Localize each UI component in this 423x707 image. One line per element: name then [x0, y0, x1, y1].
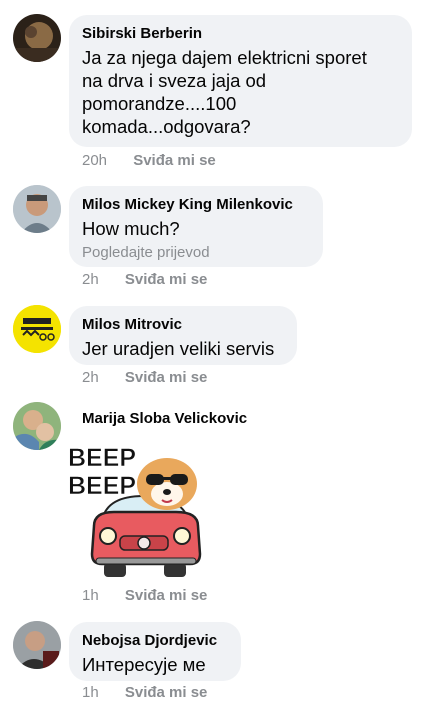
horse-carriage-logo-icon [13, 305, 61, 353]
like-button[interactable]: Sviđa mi se [133, 152, 216, 170]
comment-text: Ja za njega dajem elektricni sporet na d… [82, 46, 399, 138]
comment-author[interactable]: Milos Mitrovic [82, 315, 284, 334]
like-button[interactable]: Sviđa mi se [125, 369, 208, 387]
profile-photo-icon [13, 621, 61, 669]
comment-time[interactable]: 1h [82, 684, 99, 702]
comment-text-line: komada...odgovara? [82, 116, 251, 137]
profile-photo-icon [13, 402, 61, 450]
comment-bubble[interactable]: Sibirski Berberin Ja za njega dajem elek… [69, 15, 412, 147]
comment-text: Интересује ме [82, 654, 206, 675]
comment-time[interactable]: 2h [82, 271, 99, 289]
see-translation-link[interactable]: Pogledajte prijevod [82, 243, 310, 262]
comment-author[interactable]: Marija Sloba Velickovic [82, 410, 247, 427]
avatar[interactable] [13, 402, 61, 450]
comment-time[interactable]: 1h [82, 587, 99, 605]
avatar[interactable] [13, 14, 61, 62]
sticker[interactable]: BEEP BEEP [64, 436, 224, 586]
comment-author[interactable]: Milos Mickey King Milenkovic [82, 195, 310, 214]
comment-meta: 1h Sviđa mi se [82, 684, 207, 702]
comment-meta: 2h Sviđa mi se [82, 271, 207, 289]
sticker-text: BEEP [68, 444, 136, 472]
profile-photo-icon [13, 14, 61, 62]
comment-text-line: Ja za njega dajem elektricni sporet [82, 47, 367, 68]
comment-bubble[interactable]: Milos Mickey King Milenkovic How much? P… [69, 186, 323, 267]
comment-author[interactable]: Sibirski Berberin [82, 24, 399, 43]
comment-text: Jer uradjen veliki servis [82, 338, 275, 359]
comment-meta: 2h Sviđa mi se [82, 369, 207, 387]
like-button[interactable]: Sviđa mi se [125, 587, 208, 605]
comment-bubble[interactable]: Milos Mitrovic Jer uradjen veliki servis [69, 306, 297, 365]
comment-text-line: na drva i sveza jaja od [82, 70, 267, 91]
like-button[interactable]: Sviđa mi se [125, 271, 208, 289]
profile-photo-icon [13, 185, 61, 233]
dog-in-car-sticker: BEEP BEEP [68, 444, 202, 577]
sticker-text: BEEP [68, 472, 136, 500]
comment-bubble[interactable]: Nebojsa Djordjevic Интересује ме [69, 622, 241, 681]
avatar[interactable] [13, 185, 61, 233]
comment-meta: 20h Sviđa mi se [82, 152, 216, 170]
avatar[interactable] [13, 305, 61, 353]
comment-text-line: pomorandze....100 [82, 93, 237, 114]
avatar[interactable] [13, 621, 61, 669]
comment-author[interactable]: Nebojsa Djordjevic [82, 631, 228, 650]
like-button[interactable]: Sviđa mi se [125, 684, 208, 702]
comment-text: How much? [82, 218, 180, 239]
comment-time[interactable]: 2h [82, 369, 99, 387]
comment-time[interactable]: 20h [82, 152, 107, 170]
comment-meta: 1h Sviđa mi se [82, 587, 207, 605]
